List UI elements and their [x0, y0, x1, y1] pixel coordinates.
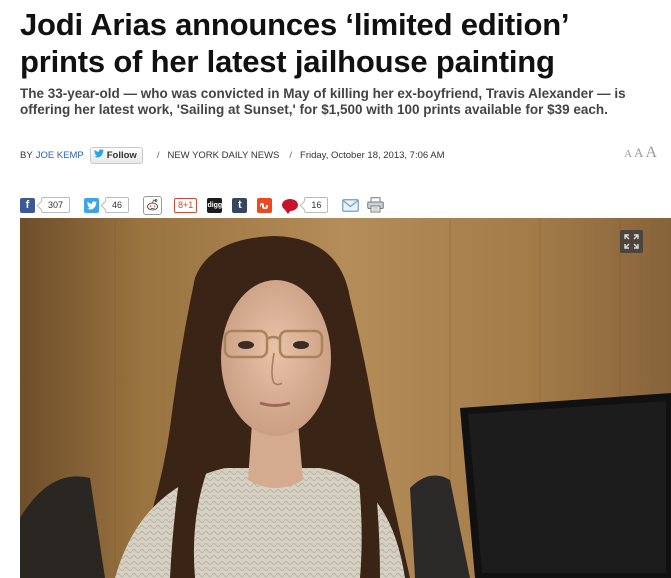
article-photo[interactable]	[20, 218, 671, 578]
google-plus-icon[interactable]: 8+1	[174, 197, 198, 213]
byline-separator-2: /	[289, 149, 293, 161]
comment-icon[interactable]	[282, 199, 299, 214]
print-icon[interactable]	[367, 197, 385, 213]
text-size-controls: A A A	[624, 144, 657, 162]
courtroom-photo-illustration	[20, 218, 671, 578]
byline-separator: /	[156, 149, 160, 161]
follow-label: Follow	[106, 149, 137, 161]
comments-count[interactable]: 16	[304, 197, 329, 213]
byline-source: NEW YORK DAILY NEWS	[167, 149, 280, 161]
digg-icon[interactable]: digg	[207, 197, 223, 213]
article-headline: Jodi Arias announces ‘limited edition’ p…	[20, 7, 568, 79]
text-size-large[interactable]: A	[645, 144, 657, 162]
text-size-small[interactable]: A	[624, 148, 632, 160]
social-share-bar: f 307 46 8+1 digg t 16	[20, 195, 385, 215]
tumblr-icon[interactable]: t	[232, 197, 248, 213]
twitter-bird-icon	[93, 149, 104, 161]
author-link[interactable]: JOE KEMP	[36, 150, 84, 161]
stumbleupon-icon[interactable]	[257, 197, 273, 213]
byline: BY JOE KEMP Follow / NEW YORK DAILY NEWS…	[20, 146, 660, 164]
twitter-icon[interactable]	[84, 197, 100, 213]
facebook-icon[interactable]: f	[20, 197, 35, 213]
expand-icon[interactable]	[620, 230, 643, 253]
byline-date: Friday, October 18, 2013, 7:06 AM	[300, 149, 445, 161]
text-size-medium[interactable]: A	[634, 145, 643, 161]
byline-by: BY	[20, 149, 33, 161]
article-dek: The 33-year-old — who was convicted in M…	[20, 86, 626, 117]
twitter-share-count: 46	[105, 197, 130, 213]
twitter-follow-button[interactable]: Follow	[89, 146, 143, 164]
reddit-icon[interactable]	[143, 195, 163, 215]
email-icon[interactable]	[342, 198, 360, 212]
facebook-share-count: 307	[41, 197, 71, 213]
